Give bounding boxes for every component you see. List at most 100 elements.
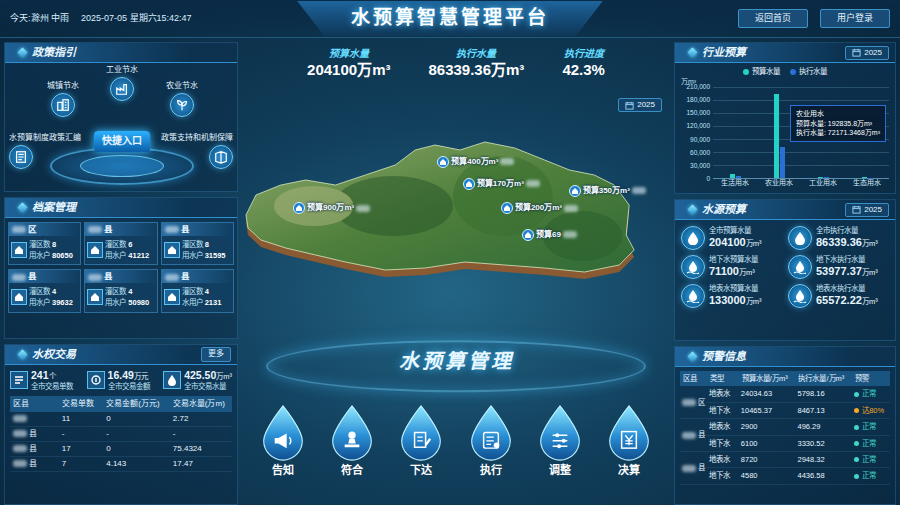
stamp-shape (345, 439, 360, 447)
nav-button[interactable]: 用户登录 (820, 9, 890, 29)
archive-card[interactable]: 县灌区数4用水户50980 (84, 269, 157, 312)
bar[interactable] (780, 147, 785, 178)
archive-card[interactable]: 区灌区数8用水户80650 (8, 222, 81, 265)
bar[interactable] (818, 177, 823, 178)
stat-value: 133000 (709, 294, 746, 306)
policy-entry[interactable]: 工业节水 (106, 65, 138, 101)
bar[interactable] (774, 94, 779, 178)
source-stat: 地下水执行水量53977.37万m³ (788, 255, 889, 279)
icon-badge (681, 226, 705, 250)
bar[interactable] (868, 178, 873, 179)
archive-card[interactable]: 县灌区数4水用户2131 (161, 269, 234, 312)
process-step[interactable]: 符合 (321, 404, 383, 478)
map-pin[interactable]: 预算69 (522, 229, 579, 241)
bar[interactable] (736, 176, 741, 178)
table-row[interactable]: 1102.72 (10, 412, 232, 427)
process-step[interactable]: 调整 (529, 404, 591, 478)
y-tick: 60,000 (681, 149, 710, 157)
legend-item[interactable]: 执行水量 (790, 67, 827, 76)
policy-entry[interactable]: 城镇节水 (47, 81, 79, 117)
more-button[interactable]: 更多 (201, 347, 231, 361)
process-step[interactable]: 执行 (460, 404, 522, 478)
process-step[interactable]: 决算 (598, 404, 660, 478)
process-step[interactable]: 告知 (252, 404, 314, 478)
archive-card[interactable]: 县灌区数8用水户31595 (161, 222, 234, 265)
bar[interactable] (730, 174, 735, 178)
executed-cell: 5798.16 (795, 386, 852, 402)
table-row[interactable]: 县74.14317.47 (10, 456, 232, 471)
icon-badge (788, 226, 812, 250)
status-cell: 正常 (852, 386, 890, 402)
map-pin[interactable]: 预算350万m³ (569, 185, 648, 197)
stat-line: 用水户80650 (29, 251, 73, 260)
weather-clock: 今天:滁州 中雨2025-07-05 星期六15:42:47 (10, 13, 260, 24)
cell-text: - (106, 429, 109, 438)
x-tick: 生态用水 (845, 179, 889, 190)
status-text: 正常 (862, 389, 876, 398)
stat-value: 2131 (205, 298, 222, 307)
year-value: 2025 (637, 100, 655, 110)
policy-entry[interactable]: 政策支持和机制保障 (161, 133, 233, 169)
year-picker[interactable]: 2025 (845, 203, 889, 217)
table-cell: 县 (10, 456, 59, 471)
y-axis: 210,000180,000150,000120,00090,00060,000… (681, 83, 713, 183)
header-actions: 返回首页用户登录 (640, 9, 890, 29)
step-label: 下达 (410, 464, 432, 478)
district-cell: 县 (680, 451, 707, 484)
archive-card[interactable]: 县灌区数6用水户41212 (84, 222, 157, 265)
process-step[interactable]: 下达 (390, 404, 452, 478)
redacted-name (682, 432, 696, 439)
map-pin[interactable]: 预算900万m³ (293, 202, 372, 214)
policy-entry[interactable]: 农业节水 (166, 81, 198, 117)
source-text: 全市执行水量86339.36万m³ (816, 226, 878, 249)
stat-label: 全市预算水量 (709, 226, 761, 235)
source-text: 地下水执行水量53977.37万m³ (816, 255, 878, 278)
map-pin[interactable]: 预算400万m³ (437, 156, 516, 168)
tooltip-title: 农业用水 (796, 109, 880, 118)
table-row[interactable]: 县地表水87202948.32正常 (680, 451, 890, 467)
house-shape (168, 246, 176, 254)
sliders-icon (537, 404, 583, 461)
budget-cell: 6100 (739, 435, 796, 451)
table-row[interactable]: 地下水61003330.52正常 (680, 435, 890, 451)
legend-item[interactable]: 预算水量 (743, 67, 780, 76)
source-stat: 全市预算水量204100万m³ (681, 226, 782, 250)
table-row[interactable]: 县地表水2900496.29正常 (680, 419, 890, 435)
budget-cell: 10465.37 (739, 402, 796, 418)
panel-heading: 水权交易 (32, 348, 76, 362)
cell-text: 2.72 (173, 414, 189, 423)
nav-button[interactable]: 返回首页 (738, 9, 808, 29)
bar[interactable] (862, 177, 867, 178)
table-body: 1102.72县---县17075.4324县74.14317.47 (10, 412, 232, 472)
house-icon (167, 245, 177, 255)
policy-entry[interactable]: 水预算制度政策汇编 (9, 133, 81, 169)
quick-entry[interactable]: 快捷入口 (94, 131, 150, 152)
house-icon (14, 292, 24, 302)
step-label: 决算 (618, 464, 640, 478)
factory-shape (117, 85, 127, 95)
table-cell: 17.47 (170, 456, 232, 471)
support-book-icon (214, 150, 228, 164)
house-marker-shape (466, 181, 472, 187)
archive-card[interactable]: 县灌区数4用水户39632 (8, 269, 81, 312)
panel-title: 政策指引 (5, 43, 237, 63)
stat-label: 地下水执行水量 (816, 255, 878, 264)
year-picker[interactable]: 2025 (845, 46, 889, 60)
table-row[interactable]: 区地表水24034.635798.16正常 (680, 386, 890, 402)
map-pin[interactable]: 预算200万m³ (501, 202, 580, 214)
table-row[interactable]: 县17075.4324 (10, 441, 232, 456)
stat-value-line: 241个 (31, 369, 73, 382)
bar[interactable] (824, 177, 829, 178)
table-row[interactable]: 县--- (10, 426, 232, 441)
map-pin[interactable]: 预算170万m³ (463, 178, 542, 190)
year-picker[interactable]: 2025 (618, 98, 662, 112)
table-row[interactable]: 地下水10465.378467.13达80% (680, 402, 890, 418)
warning-panel: 预警信息区县类型预算水量/万m³执行水量/万m³预警区地表水24034.6357… (674, 346, 896, 505)
status-text: 达80% (862, 406, 884, 415)
stat-unit: 万m³ (739, 268, 755, 277)
water-wave-icon (793, 289, 807, 303)
trade-stat: 241个全市交易单数 (10, 369, 73, 392)
table-cell: 县 (10, 441, 59, 456)
table-row[interactable]: 地下水45804436.58正常 (680, 468, 890, 484)
water-wave-icon (686, 289, 700, 303)
